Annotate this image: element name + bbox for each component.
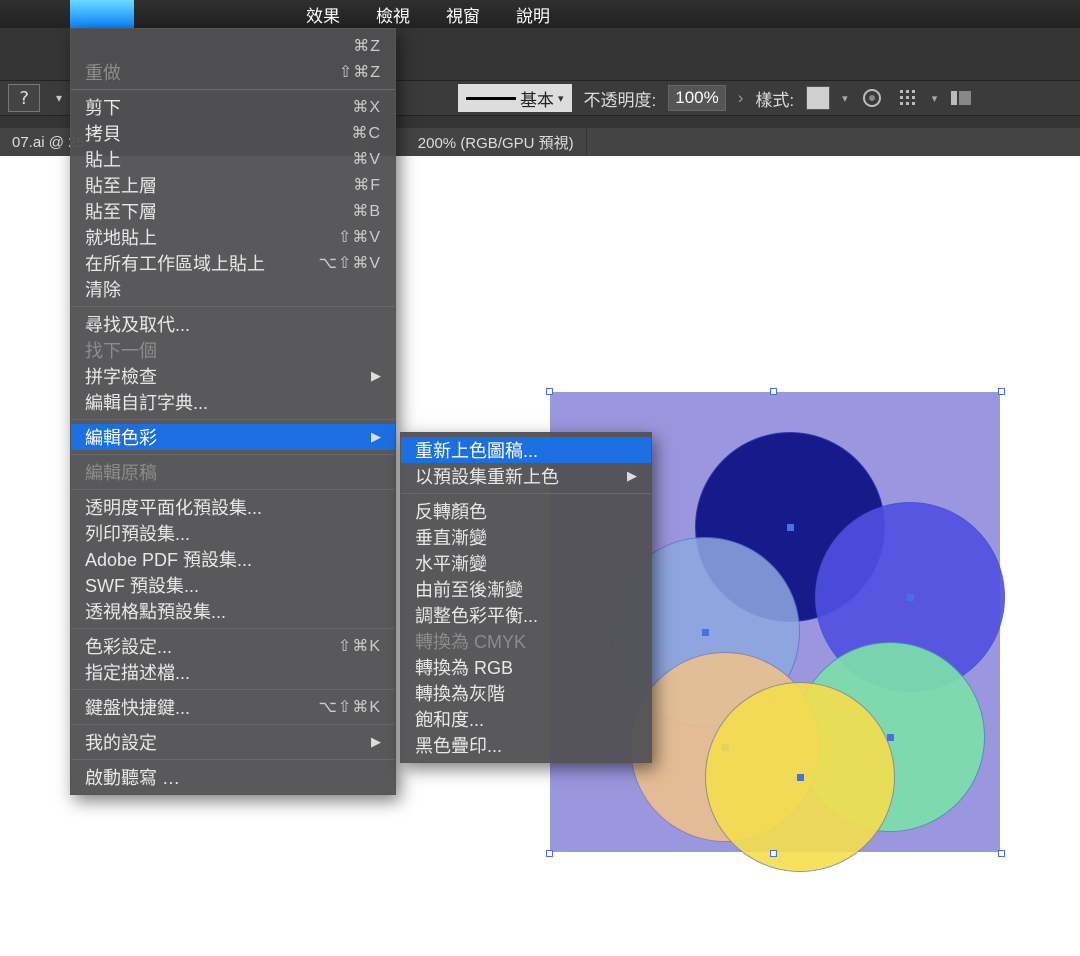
dropdown-caret-icon[interactable]: ▾ bbox=[52, 84, 66, 112]
submenu-to-gray[interactable]: 轉換為灰階 bbox=[401, 680, 651, 706]
app-menubar[interactable]: 效果 檢視 視窗 說明 bbox=[0, 0, 1080, 28]
menu-separator bbox=[71, 306, 395, 307]
submenu-blend-vertical[interactable]: 垂直漸變 bbox=[401, 524, 651, 550]
menu-undo[interactable]: ⌘Z bbox=[71, 33, 395, 59]
circle-center-handle[interactable] bbox=[907, 594, 914, 601]
menu-separator bbox=[71, 689, 395, 690]
opacity-label: 不透明度: bbox=[584, 86, 657, 111]
menu-print-preset[interactable]: 列印預設集... bbox=[71, 520, 395, 546]
circle-center-handle[interactable] bbox=[797, 774, 804, 781]
menu-my-settings[interactable]: 我的設定▶ bbox=[71, 729, 395, 755]
selection-handle-tm[interactable] bbox=[770, 388, 777, 395]
chevron-down-icon[interactable]: ▾ bbox=[932, 92, 938, 105]
circle-center-handle[interactable] bbox=[702, 629, 709, 636]
help-icon[interactable]: ? bbox=[8, 84, 40, 112]
align-options-icon[interactable] bbox=[896, 86, 920, 110]
menu-separator bbox=[401, 493, 651, 494]
stroke-style-dropdown[interactable]: 基本 ▾ bbox=[458, 84, 572, 112]
submenu-recolor-preset[interactable]: 以預設集重新上色▶ bbox=[401, 463, 651, 489]
menu-spelling[interactable]: 拼字檢查▶ bbox=[71, 363, 395, 389]
chevron-right-icon[interactable]: › bbox=[738, 88, 744, 108]
menu-separator bbox=[71, 724, 395, 725]
menu-start-dictation[interactable]: 啟動聽寫 … bbox=[71, 764, 395, 790]
submenu-blend-front-back[interactable]: 由前至後漸變 bbox=[401, 576, 651, 602]
submenu-arrow-icon: ▶ bbox=[371, 429, 381, 445]
selection-handle-bm[interactable] bbox=[770, 850, 777, 857]
menu-find-next: 找下一個 bbox=[71, 337, 395, 363]
submenu-overprint-black[interactable]: 黑色疊印... bbox=[401, 732, 651, 758]
menu-separator bbox=[71, 454, 395, 455]
submenu-arrow-icon: ▶ bbox=[627, 468, 637, 484]
opacity-field[interactable]: 100% bbox=[668, 85, 725, 111]
menu-clear[interactable]: 清除 bbox=[71, 276, 395, 302]
menu-separator bbox=[71, 628, 395, 629]
menu-assign-profile[interactable]: 指定描述檔... bbox=[71, 659, 395, 685]
menu-cut[interactable]: 剪下⌘X bbox=[71, 94, 395, 120]
menu-edit-colors[interactable]: 編輯色彩▶ bbox=[71, 424, 395, 450]
selection-handle-tr[interactable] bbox=[998, 388, 1005, 395]
submenu-blend-horizontal[interactable]: 水平漸變 bbox=[401, 550, 651, 576]
chevron-down-icon: ▾ bbox=[558, 92, 564, 105]
submenu-to-rgb[interactable]: 轉換為 RGB bbox=[401, 654, 651, 680]
menu-redo: 重做⇧⌘Z bbox=[71, 59, 395, 85]
submenu-arrow-icon: ▶ bbox=[371, 734, 381, 750]
menu-copy[interactable]: 拷貝⌘C bbox=[71, 120, 395, 146]
menu-paste[interactable]: 貼上⌘V bbox=[71, 146, 395, 172]
style-label: 樣式: bbox=[755, 86, 794, 111]
menu-help[interactable]: 說明 bbox=[510, 0, 556, 31]
circle-center-handle[interactable] bbox=[887, 734, 894, 741]
menu-pdf-preset[interactable]: Adobe PDF 預設集... bbox=[71, 546, 395, 572]
submenu-saturation[interactable]: 飽和度... bbox=[401, 706, 651, 732]
menu-perspective-preset[interactable]: 透視格點預設集... bbox=[71, 598, 395, 624]
menu-edit-original: 編輯原稿 bbox=[71, 459, 395, 485]
style-swatch[interactable] bbox=[806, 86, 830, 110]
menu-separator bbox=[71, 489, 395, 490]
selection-handle-bl[interactable] bbox=[546, 850, 553, 857]
menu-window[interactable]: 視窗 bbox=[440, 0, 486, 31]
menu-paste-in-place[interactable]: 就地貼上⇧⌘V bbox=[71, 224, 395, 250]
submenu-recolor-artwork[interactable]: 重新上色圖稿... bbox=[401, 437, 651, 463]
menu-view[interactable]: 檢視 bbox=[370, 0, 416, 31]
document-tab-text: 200% (RGB/GPU 預視) bbox=[418, 135, 574, 152]
submenu-invert[interactable]: 反轉顏色 bbox=[401, 498, 651, 524]
submenu-to-cmyk: 轉換為 CMYK bbox=[401, 628, 651, 654]
arrange-icon[interactable] bbox=[949, 86, 973, 110]
edit-menu-panel[interactable]: ⌘Z 重做⇧⌘Z 剪下⌘X 拷貝⌘C 貼上⌘V 貼至上層⌘F 貼至下層⌘B 就地… bbox=[70, 28, 396, 795]
submenu-adjust-balance[interactable]: 調整色彩平衡... bbox=[401, 602, 651, 628]
menu-flatten-preset[interactable]: 透明度平面化預設集... bbox=[71, 494, 395, 520]
stroke-line-icon bbox=[466, 97, 516, 100]
menu-color-settings[interactable]: 色彩設定...⇧⌘K bbox=[71, 633, 395, 659]
submenu-arrow-icon: ▶ bbox=[371, 368, 381, 384]
menu-effects[interactable]: 效果 bbox=[300, 0, 346, 31]
document-tab-right[interactable]: 200% (RGB/GPU 預視) bbox=[406, 128, 587, 157]
menu-find-replace[interactable]: 尋找及取代... bbox=[71, 311, 395, 337]
menu-paste-front[interactable]: 貼至上層⌘F bbox=[71, 172, 395, 198]
active-menu-highlight bbox=[70, 0, 134, 28]
chevron-down-icon[interactable]: ▾ bbox=[842, 92, 848, 105]
edit-colors-submenu[interactable]: 重新上色圖稿... 以預設集重新上色▶ 反轉顏色 垂直漸變 水平漸變 由前至後漸… bbox=[400, 432, 652, 763]
menu-separator bbox=[71, 759, 395, 760]
help-icon-label: ? bbox=[19, 88, 30, 109]
recolor-icon[interactable] bbox=[860, 86, 884, 110]
circle-center-handle[interactable] bbox=[787, 524, 794, 531]
menu-swf-preset[interactable]: SWF 預設集... bbox=[71, 572, 395, 598]
menu-separator bbox=[71, 419, 395, 420]
menu-keyboard-shortcuts[interactable]: 鍵盤快捷鍵...⌥⇧⌘K bbox=[71, 694, 395, 720]
menu-paste-all-artboards[interactable]: 在所有工作區域上貼上⌥⇧⌘V bbox=[71, 250, 395, 276]
menu-separator bbox=[71, 89, 395, 90]
menu-custom-dict[interactable]: 編輯自訂字典... bbox=[71, 389, 395, 415]
selection-handle-br[interactable] bbox=[998, 850, 1005, 857]
menu-paste-back[interactable]: 貼至下層⌘B bbox=[71, 198, 395, 224]
selection-handle-tl[interactable] bbox=[546, 388, 553, 395]
stroke-label: 基本 bbox=[520, 86, 554, 111]
